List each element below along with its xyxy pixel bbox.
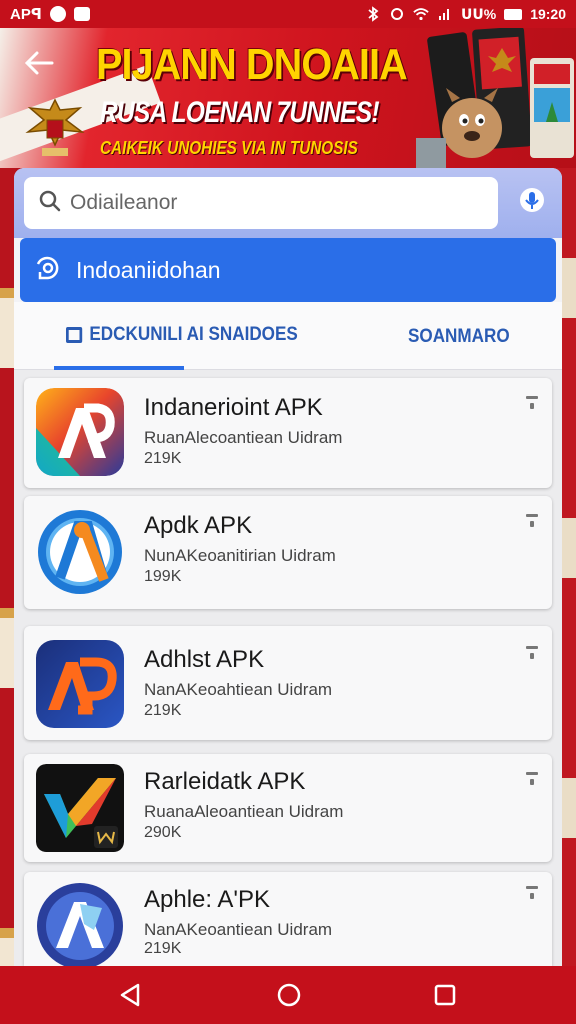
garuda-emblem-icon — [20, 90, 90, 168]
banner-title: PIJANN DNOAIIA — [96, 40, 408, 89]
tab-box-icon — [66, 327, 83, 343]
promo-banner[interactable]: PIJANN DNOAIIA RUSA LOENAN 7UNNES! CAIKE… — [0, 28, 576, 168]
app-description: NunAKeoanitirian Uidram — [144, 546, 336, 565]
tab-secondary-label: SOANMARO — [408, 326, 510, 347]
app-description: NanAKeoantiean Uidram — [144, 920, 333, 939]
home-icon[interactable] — [274, 980, 304, 1010]
ap-orange-icon — [36, 640, 124, 728]
overflow-menu-icon[interactable] — [524, 646, 540, 668]
bluetooth-icon — [365, 6, 381, 22]
app-list-item[interactable]: Rarleidatk APK RuanaAleoantiean Uidram 2… — [24, 754, 552, 862]
carrier-label: APꟼ — [10, 6, 42, 23]
notification-icon — [49, 6, 66, 22]
microphone-icon — [518, 186, 546, 221]
overflow-menu-icon[interactable] — [524, 772, 540, 794]
overflow-menu-icon[interactable] — [524, 886, 540, 908]
back-arrow-icon[interactable] — [22, 46, 56, 80]
overflow-menu-icon[interactable] — [524, 396, 540, 418]
gallery-icon — [73, 7, 90, 21]
app-list-item[interactable]: Aphle: A'PK NanAKeoantiean Uidram 219K — [24, 872, 552, 969]
app-size: 290K — [144, 824, 182, 841]
a-shield-icon — [36, 882, 124, 970]
tab-primary[interactable]: EDCKUNILI AI SNAIDOES — [66, 324, 298, 346]
clock: 19:20 — [530, 6, 566, 22]
voice-search-button[interactable] — [510, 180, 554, 226]
suggestion-label: Indoaniidohan — [76, 256, 221, 283]
banner-artwork — [416, 28, 576, 168]
app-name: Aphle: A'PK — [144, 886, 270, 913]
wifi-icon — [413, 6, 429, 22]
app-list-item[interactable]: Apdk APK NunAKeoanitirian Uidram 199K — [24, 496, 552, 609]
tab-bar: EDCKUNILI AI SNAIDOES SOANMARO — [14, 302, 562, 370]
v-check-icon — [36, 764, 124, 852]
app-size: 219K — [144, 702, 182, 719]
navigation-bar — [0, 966, 576, 1024]
search-panel: Odiaileanor Indoaniidohan EDCKUNILI AI S… — [14, 168, 562, 370]
search-input[interactable]: Odiaileanor — [24, 177, 498, 229]
status-bar: APꟼ ᑌᑌ% 19:20 — [0, 0, 576, 28]
ap-gradient-icon — [36, 388, 124, 476]
a-compass-icon — [36, 508, 124, 596]
banner-tagline: CAIKEIK UNOHIES VIA IN TUNOSIS — [100, 138, 358, 158]
app-size: 219K — [144, 450, 182, 467]
battery-icon — [504, 8, 523, 20]
search-icon — [38, 189, 62, 218]
battery-percent: ᑌᑌ% — [461, 5, 497, 22]
app-name: Adhlst APK — [144, 646, 265, 673]
app-name: Rarleidatk APK — [144, 768, 306, 795]
tab-primary-label: EDCKUNILI AI SNAIDOES — [89, 324, 298, 345]
banner-subtitle: RUSA LOENAN 7UNNES! — [100, 96, 380, 129]
app-size: 199K — [144, 568, 182, 585]
app-list-item[interactable]: Adhlst APK NanAKeoahtiean Uidram 219K — [24, 626, 552, 740]
app-list-item[interactable]: Indanerioint APK RuanAlecoantiean Uidram… — [24, 378, 552, 488]
signal-icon — [437, 6, 453, 22]
app-description: NanAKeoahtiean Uidram — [144, 680, 333, 699]
sync-icon — [389, 6, 405, 22]
search-suggestion[interactable]: Indoaniidohan — [20, 238, 556, 302]
suggestion-tag-icon — [34, 254, 62, 287]
tab-secondary[interactable]: SOANMARO — [408, 326, 510, 348]
app-description: RuanaAleoantiean Uidram — [144, 802, 344, 821]
search-placeholder: Odiaileanor — [70, 191, 178, 214]
app-name: Indanerioint APK — [144, 394, 323, 421]
overflow-menu-icon[interactable] — [524, 514, 540, 536]
back-icon[interactable] — [116, 980, 146, 1010]
app-description: RuanAlecoantiean Uidram — [144, 428, 343, 447]
recents-icon[interactable] — [430, 980, 460, 1010]
app-size: 219K — [144, 940, 182, 957]
app-name: Apdk APK — [144, 512, 253, 539]
